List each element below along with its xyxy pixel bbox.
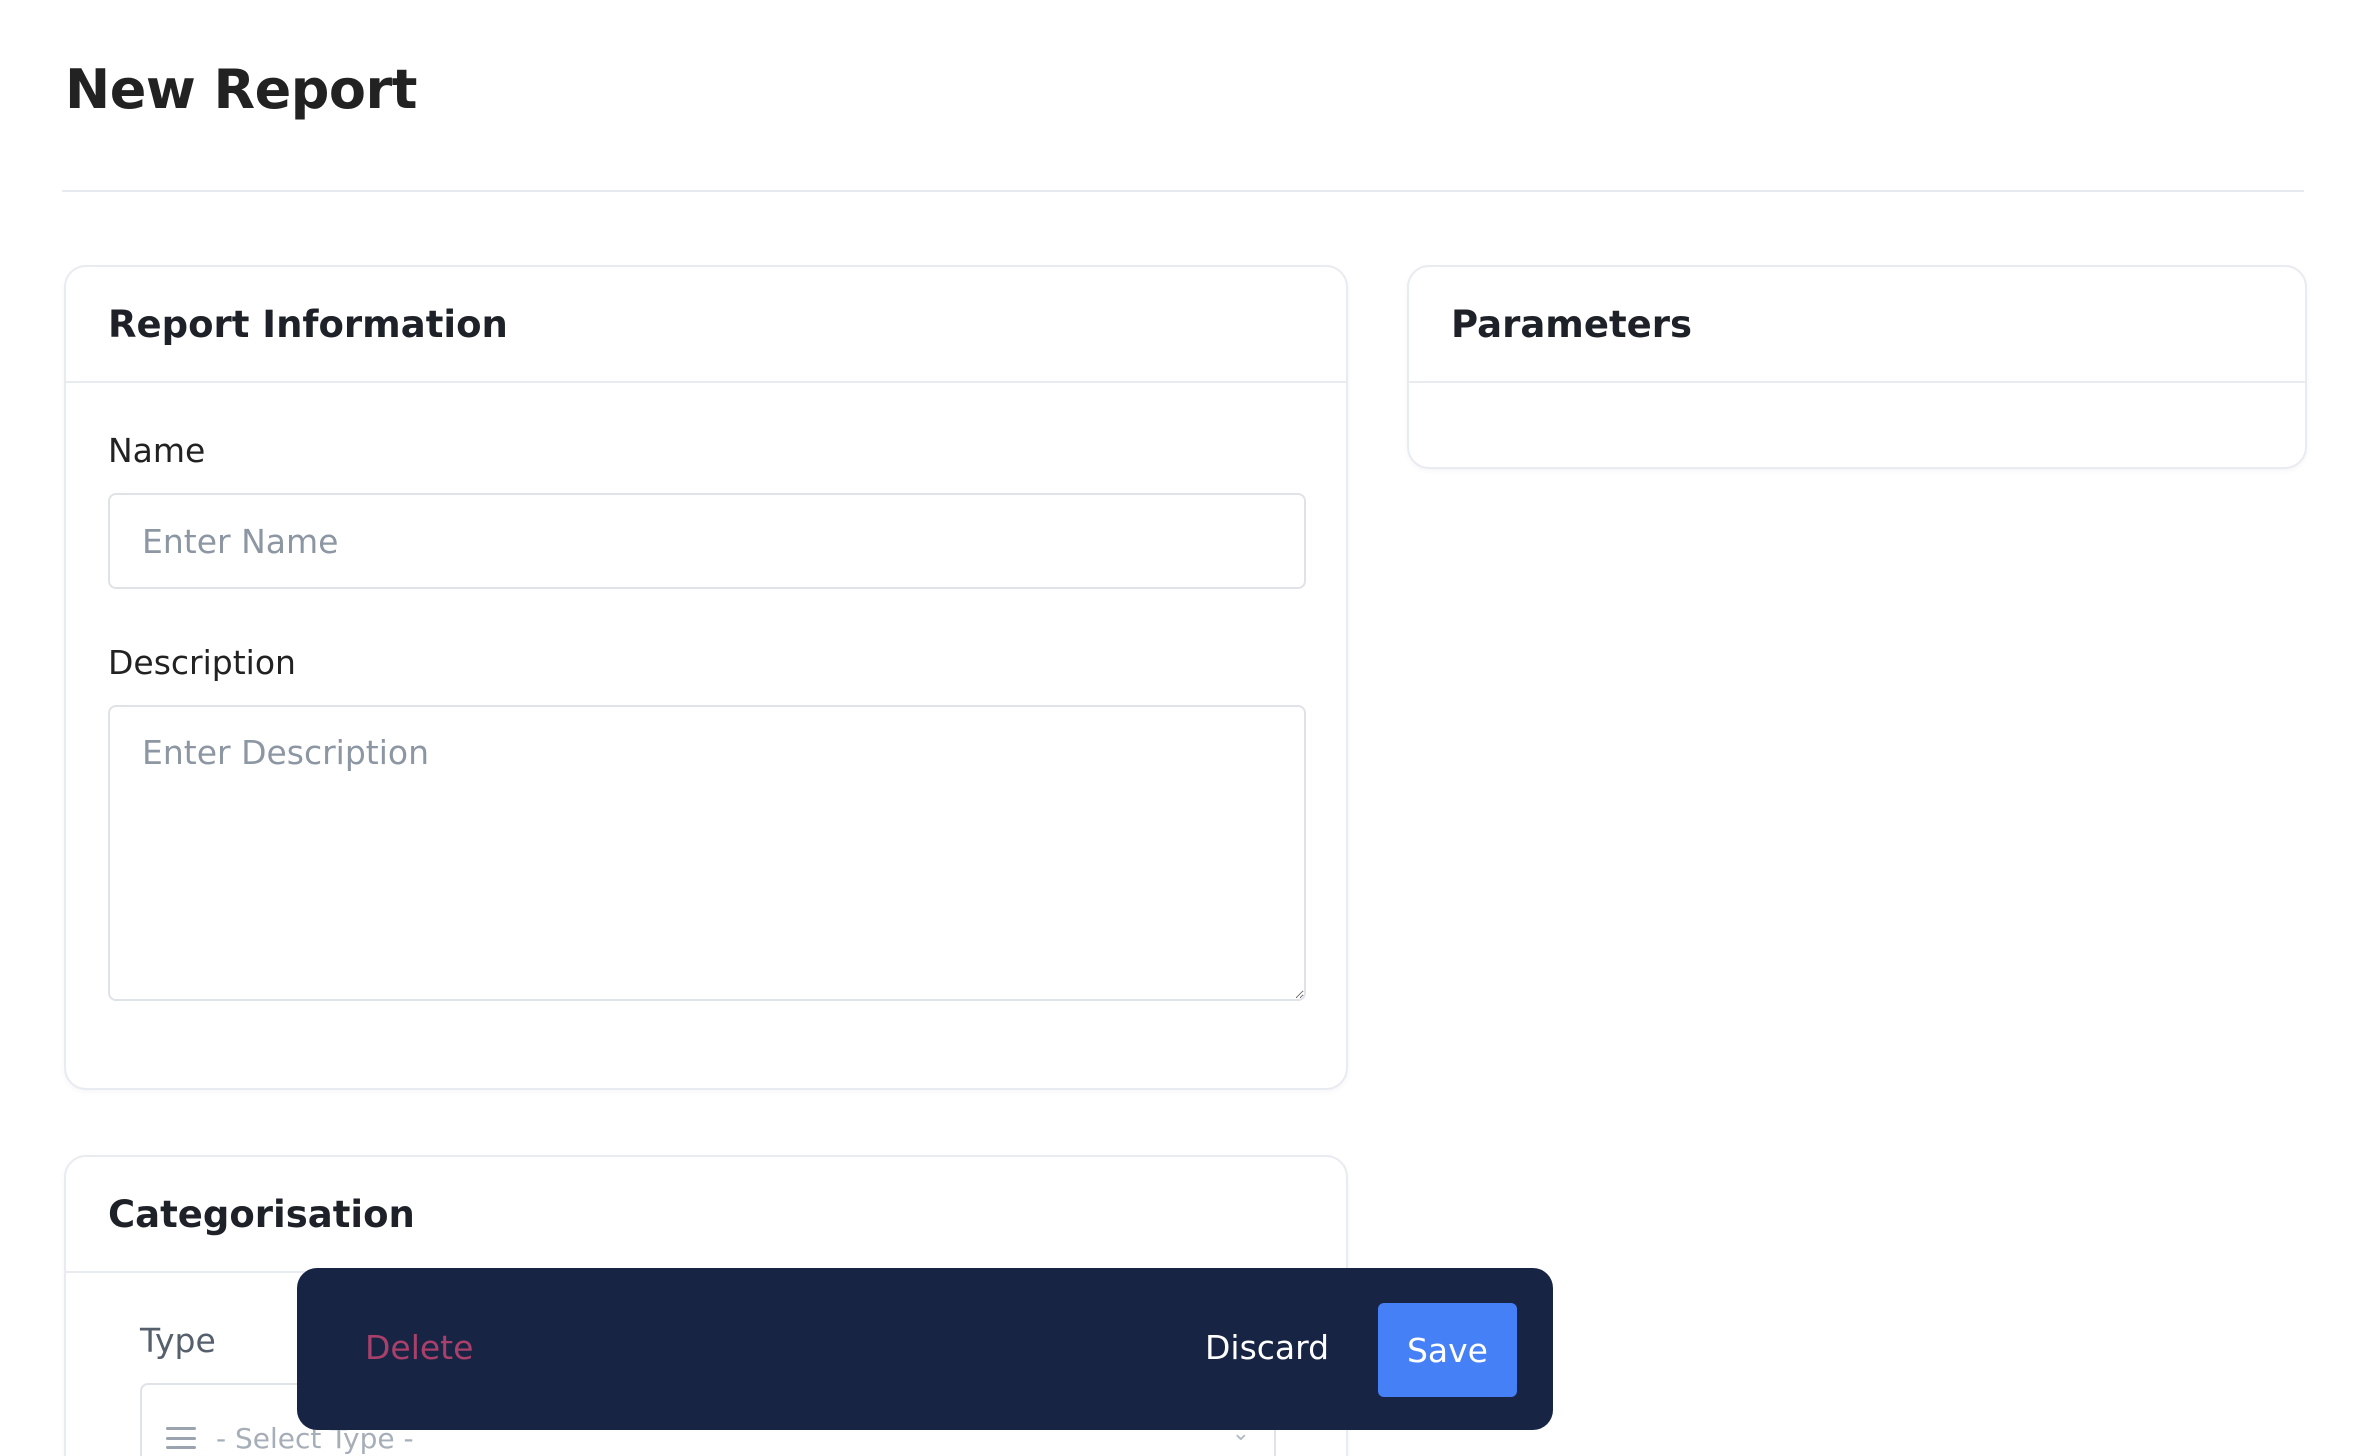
type-label: Type <box>140 1321 216 1360</box>
categorisation-title: Categorisation <box>108 1192 415 1236</box>
parameters-header: Parameters <box>1409 267 2305 383</box>
parameters-title: Parameters <box>1451 302 1693 346</box>
report-information-title: Report Information <box>108 302 508 346</box>
description-textarea[interactable] <box>108 705 1306 1001</box>
description-label: Description <box>108 643 296 682</box>
title-divider <box>62 190 2304 192</box>
delete-button[interactable]: Delete <box>365 1318 473 1378</box>
report-information-card: Report Information Name Description <box>64 265 1348 1090</box>
page-title: New Report <box>65 58 417 121</box>
name-input[interactable] <box>108 493 1306 589</box>
report-information-header: Report Information <box>66 267 1346 383</box>
name-label: Name <box>108 431 206 470</box>
categorisation-header: Categorisation <box>66 1157 1346 1273</box>
list-icon <box>166 1427 196 1449</box>
new-report-page: New Report Report Information Name Descr… <box>0 0 2360 1456</box>
parameters-card: Parameters <box>1407 265 2307 469</box>
action-bar: Delete Discard Save <box>297 1268 1553 1430</box>
discard-button[interactable]: Discard <box>1205 1318 1329 1378</box>
save-button[interactable]: Save <box>1378 1303 1517 1397</box>
